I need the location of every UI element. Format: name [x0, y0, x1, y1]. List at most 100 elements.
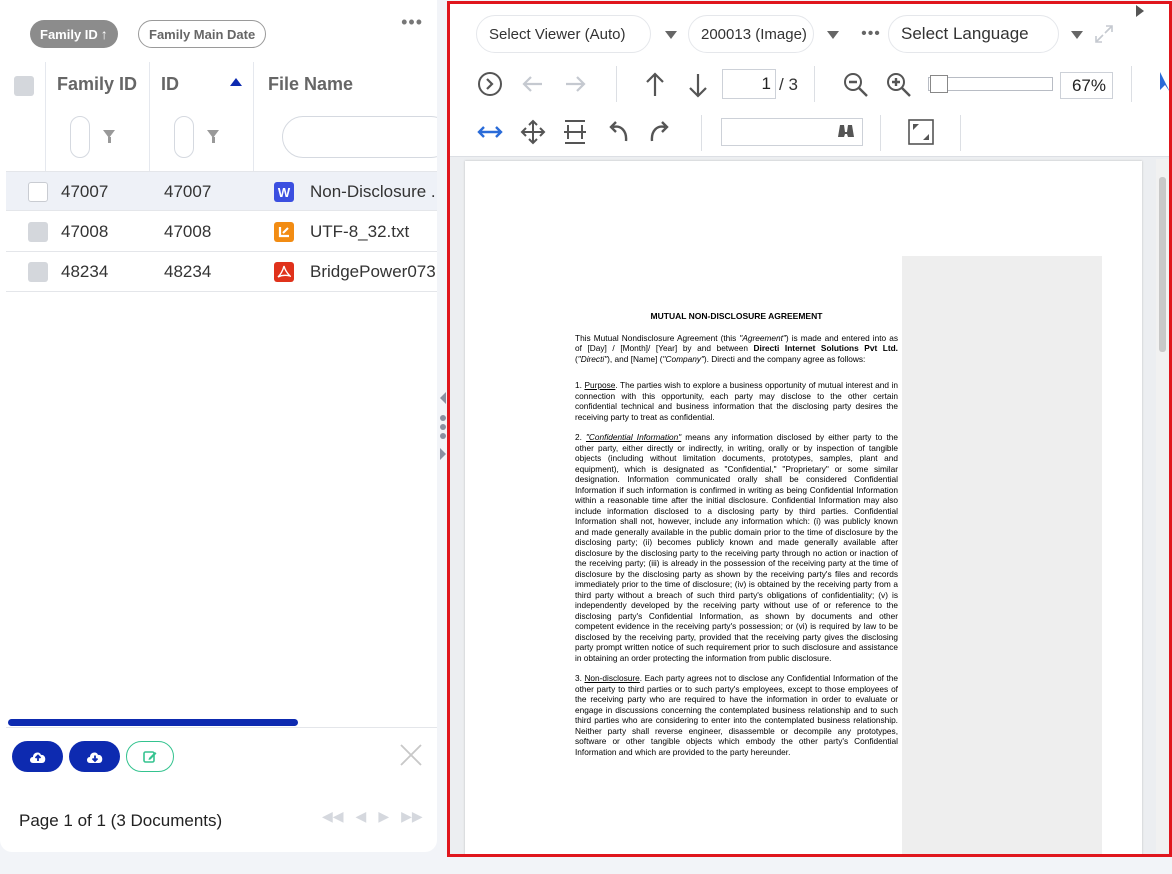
page-number-input[interactable]: 1 — [722, 69, 776, 99]
binoculars-icon[interactable] — [836, 122, 856, 140]
horizontal-scrollbar[interactable] — [8, 719, 298, 726]
fit-page-icon[interactable] — [562, 119, 588, 145]
text-run: ). Directi and the company agree as foll… — [703, 353, 866, 364]
text-run: "Company" — [662, 353, 704, 364]
download-button[interactable] — [69, 741, 120, 772]
separator — [1131, 66, 1132, 102]
text-run: This Mutual Nondisclosure Agreement (thi… — [575, 332, 740, 343]
cell-file-name[interactable]: BridgePower073 — [310, 262, 436, 282]
next-page-icon[interactable]: ▶ — [378, 808, 389, 825]
last-page-icon[interactable]: ▶▶ — [401, 808, 423, 825]
document-list-panel: Family ID ↑ Family Main Date ••• Family … — [0, 0, 437, 852]
expand-icon[interactable] — [1093, 23, 1115, 45]
document-select-dropdown[interactable]: 200013 (Image) — [688, 15, 814, 53]
sort-chip-family-id-label: Family ID — [40, 26, 98, 42]
document-canvas[interactable]: MUTUAL NON-DISCLOSURE AGREEMENT This Mut… — [450, 157, 1169, 854]
back-arrow-icon[interactable] — [520, 72, 546, 96]
text-run: . Each party agrees not to disclose any … — [575, 673, 898, 757]
chevron-down-icon[interactable] — [665, 31, 677, 39]
row-checkbox[interactable] — [28, 262, 48, 282]
forward-arrow-icon[interactable] — [562, 72, 588, 96]
document-title: MUTUAL NON-DISCLOSURE AGREEMENT — [650, 311, 823, 321]
fullscreen-icon[interactable] — [908, 119, 934, 145]
page-total: / 3 — [779, 75, 798, 94]
document-intro: This Mutual Nondisclosure Agreement (thi… — [575, 333, 898, 365]
pager: ◀◀ ◀ ▶ ▶▶ — [322, 808, 423, 825]
more-options-icon[interactable]: ••• — [858, 22, 884, 46]
chevron-down-icon[interactable] — [1071, 31, 1083, 39]
upload-button[interactable] — [12, 741, 63, 772]
sort-chip-family-id[interactable]: Family ID ↑ — [30, 20, 118, 48]
fit-width-icon[interactable] — [476, 122, 504, 142]
sort-ascending-indicator-icon[interactable] — [230, 78, 242, 86]
file-name-filter-input[interactable] — [282, 116, 437, 158]
table-row[interactable]: 47008 47008 UTF-8_32.txt — [6, 212, 437, 252]
cell-id: 47007 — [164, 182, 212, 201]
zoom-slider-thumb[interactable] — [930, 75, 948, 93]
next-page-arrow-icon[interactable] — [686, 71, 710, 99]
document-select-value: 200013 (Image) — [701, 25, 807, 43]
sort-chip-family-main-date[interactable]: Family Main Date — [138, 20, 267, 48]
row-checkbox[interactable] — [28, 182, 48, 202]
cloud-upload-icon — [29, 752, 45, 763]
rotate-right-icon[interactable] — [646, 119, 674, 145]
document-section-2: 2. "Confidential Information" means any … — [575, 432, 898, 663]
pdf-file-icon — [274, 262, 294, 282]
previous-page-icon[interactable]: ◀ — [356, 808, 367, 825]
pan-icon[interactable] — [520, 119, 546, 145]
text-run: "Directi" — [577, 353, 608, 364]
family-id-filter-input[interactable] — [70, 116, 90, 158]
document-viewer: Select Viewer (Auto) 200013 (Image) ••• … — [447, 1, 1172, 857]
caret-right-icon[interactable] — [1134, 4, 1146, 18]
row-checkbox[interactable] — [28, 222, 48, 242]
vertical-scrollbar[interactable] — [1156, 159, 1169, 853]
chevron-down-icon[interactable] — [827, 31, 839, 39]
more-options-icon[interactable]: ••• — [401, 12, 423, 33]
text-run: means any information disclosed by eithe… — [575, 432, 898, 663]
edit-button[interactable] — [126, 741, 174, 772]
cell-family-id: 48234 — [61, 262, 109, 281]
text-run: 2. — [575, 432, 586, 442]
cell-family-id: 47007 — [61, 182, 109, 201]
table-row[interactable]: 47007 47007 W Non-Disclosure ... — [6, 171, 437, 211]
sort-ascending-icon: ↑ — [100, 26, 108, 42]
cell-family-id: 47008 — [61, 222, 109, 241]
text-run: "Confidential Information" — [585, 432, 682, 442]
text-run: Non-disclosure — [584, 673, 640, 683]
text-run: "Agreement" — [739, 332, 786, 343]
word-file-icon: W — [274, 182, 294, 202]
page-shaded-area — [902, 256, 1102, 854]
header-id-label: ID — [161, 74, 179, 94]
previous-page-arrow-icon[interactable] — [643, 71, 667, 99]
select-all-checkbox[interactable] — [14, 76, 34, 96]
vertical-scrollbar-thumb[interactable] — [1159, 177, 1166, 352]
text-run: Directi Internet Solutions Pvt Ltd. — [753, 343, 898, 353]
text-run: Purpose — [584, 380, 616, 390]
table-row[interactable]: 48234 48234 BridgePower073 — [6, 252, 437, 292]
id-filter-icon[interactable] — [207, 130, 219, 143]
zoom-percent-input[interactable]: 67% — [1060, 72, 1113, 99]
go-to-icon[interactable] — [477, 71, 503, 97]
id-filter-input[interactable] — [174, 116, 194, 158]
select-language-dropdown[interactable]: Select Language — [888, 15, 1059, 53]
select-viewer-dropdown[interactable]: Select Viewer (Auto) — [476, 15, 651, 53]
family-id-filter-icon[interactable] — [103, 130, 115, 143]
document-page: MUTUAL NON-DISCLOSURE AGREEMENT This Mut… — [465, 161, 1142, 854]
first-page-icon[interactable]: ◀◀ — [322, 808, 344, 825]
close-icon[interactable] — [398, 742, 424, 768]
rotate-left-icon[interactable] — [604, 119, 632, 145]
text-run: . The parties wish to explore a business… — [575, 380, 898, 422]
separator — [814, 66, 815, 102]
edit-icon — [143, 750, 157, 763]
cursor-pointer-icon[interactable] — [1158, 70, 1172, 94]
cell-file-name[interactable]: UTF-8_32.txt — [310, 222, 409, 242]
document-section-1: 1. Purpose. The parties wish to explore … — [575, 380, 898, 422]
zoom-out-icon[interactable] — [842, 71, 870, 99]
cell-file-name[interactable]: Non-Disclosure ... — [310, 182, 437, 202]
document-section-3: 3. Non-disclosure. Each party agrees not… — [575, 673, 898, 757]
select-language-value: Select Language — [901, 24, 1029, 43]
sort-chip-family-main-date-label: Family Main Date — [149, 26, 256, 42]
header-family-id[interactable]: Family ID — [46, 62, 150, 172]
zoom-in-icon[interactable] — [885, 71, 913, 99]
cloud-download-icon — [86, 752, 102, 763]
